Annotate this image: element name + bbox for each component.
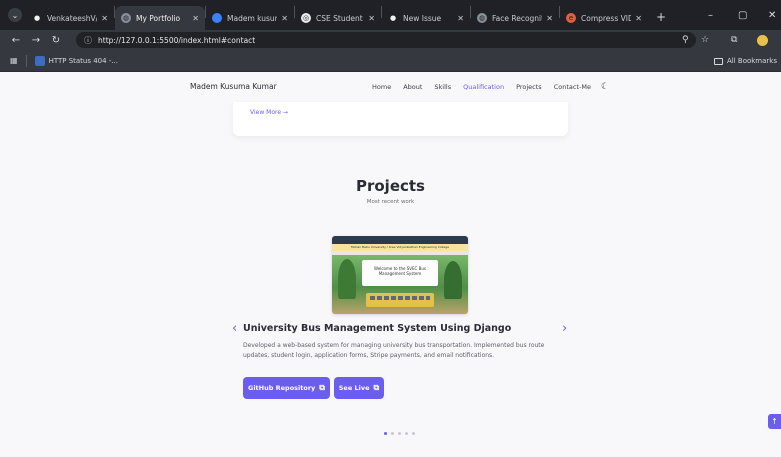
tab-close-icon[interactable]: ✕ <box>101 14 108 23</box>
github-repository-button[interactable]: GitHub Repository ⧉ <box>243 377 330 399</box>
project-title: University Bus Management System Using D… <box>243 323 512 334</box>
tab-close-icon[interactable]: ✕ <box>192 14 199 23</box>
bookmark-star-icon[interactable]: ☆ <box>701 30 709 50</box>
browser-tab[interactable]: ● New Issue ✕ <box>382 6 470 30</box>
tab-close-icon[interactable]: ✕ <box>546 14 553 23</box>
view-more-link[interactable]: View More → <box>250 109 288 116</box>
globe-icon: ◍ <box>477 13 487 23</box>
github-repository-label: GitHub Repository <box>247 384 316 392</box>
tab-label: CSE Student Profi <box>316 13 364 23</box>
folder-icon <box>713 57 723 65</box>
tab-close-icon[interactable]: ✕ <box>368 14 375 23</box>
github-icon: ● <box>389 14 397 22</box>
carousel-pagination <box>384 432 415 435</box>
tab-label: Madem kusuma k <box>227 13 277 23</box>
nav-skills[interactable]: Skills <box>434 83 451 91</box>
screenshot-bus <box>366 293 434 307</box>
tab-close-icon[interactable]: ✕ <box>281 14 288 23</box>
browser-tab[interactable]: e Compress VIDEO✕ <box>560 6 648 30</box>
tab-label: Compress VIDEO <box>581 13 632 23</box>
screenshot-welcome-panel: Welcome to the SVEC Bus Management Syste… <box>362 260 438 286</box>
all-bookmarks-label: All Bookmarks <box>726 57 777 65</box>
compress-icon: e <box>566 13 576 23</box>
browser-tab[interactable]: ◎ CSE Student Profi ✕ <box>295 6 381 30</box>
tab-label: VenkateeshV/Portf <box>47 13 98 23</box>
screenshot-tree <box>338 259 356 299</box>
apps-grid-icon[interactable]: ▦ <box>10 56 18 65</box>
forward-icon[interactable]: → <box>26 35 46 46</box>
pagination-dot[interactable] <box>391 432 394 435</box>
close-window-icon[interactable]: ✕ <box>768 0 776 30</box>
new-tab-icon[interactable]: + <box>656 10 666 24</box>
extensions-icon[interactable]: ⧉ <box>731 30 737 50</box>
all-bookmarks[interactable]: All Bookmarks <box>713 50 777 72</box>
browser-tab[interactable]: Madem kusuma k ✕ <box>206 6 294 30</box>
browser-tab[interactable]: ◍ My Portfolio ✕ <box>115 6 205 30</box>
bookmark-favicon-icon <box>34 55 45 66</box>
screenshot-banner: Mohan Babu University / Sree Vidyaniketh… <box>332 244 468 251</box>
address-bar[interactable]: ⓘ http://127.0.0.1:5500/index.html#conta… <box>76 32 696 48</box>
site-info-icon[interactable]: ⓘ <box>84 35 92 46</box>
address-url[interactable]: http://127.0.0.1:5500/index.html#contact <box>98 36 255 45</box>
site-icon <box>212 13 222 23</box>
see-live-label: See Live <box>338 384 370 392</box>
bookmarks-divider <box>25 54 27 67</box>
browser-toolbar: ← → ↻ ⓘ http://127.0.0.1:5500/index.html… <box>0 30 781 50</box>
maximize-icon[interactable]: ▢ <box>738 0 747 30</box>
bookmarks-bar: ▦ HTTP Status 404 -... All Bookmarks <box>0 50 781 72</box>
tab-search-icon[interactable]: ⌄ <box>8 8 22 22</box>
external-link-icon: ⧉ <box>319 383 326 392</box>
projects-subtitle: Most recent work <box>366 199 415 205</box>
tab-label: My Portfolio <box>136 13 181 23</box>
tab-close-icon[interactable]: ✕ <box>635 14 642 23</box>
tab-strip: ●VenkateeshV/Portf✕◍My Portfolio✕Madem k… <box>26 0 648 30</box>
nav-about[interactable]: About <box>403 83 422 91</box>
back-icon[interactable]: ← <box>6 35 26 46</box>
qualification-card: View More → <box>233 102 568 136</box>
minimize-icon[interactable]: – <box>708 0 713 30</box>
browser-tab-bar: ⌄ ●VenkateeshV/Portf✕◍My Portfolio✕Madem… <box>0 0 781 30</box>
prev-arrow-icon[interactable]: ‹ <box>232 321 237 336</box>
screenshot-panel-title: Welcome to the SVEC Bus Management Syste… <box>374 266 426 276</box>
screenshot-tree <box>444 261 462 299</box>
bookmark-http-status[interactable]: HTTP Status 404 -... <box>34 55 119 66</box>
github-icon: ● <box>33 14 41 22</box>
pagination-dot[interactable] <box>412 432 415 435</box>
nav-contact-me[interactable]: Contact-Me <box>554 83 591 91</box>
nav-projects[interactable]: Projects <box>516 83 542 91</box>
tab-close-icon[interactable]: ✕ <box>457 14 464 23</box>
portfolio-page: Madem Kusuma Kumar Home About Skills Qua… <box>0 72 781 457</box>
see-live-button[interactable]: See Live ⧉ <box>334 377 384 399</box>
theme-toggle-icon[interactable]: ☾ <box>601 82 609 92</box>
next-arrow-icon[interactable]: › <box>562 321 567 336</box>
site-header: Madem Kusuma Kumar Home About Skills Qua… <box>0 72 781 102</box>
pagination-dot[interactable] <box>398 432 401 435</box>
zoom-icon[interactable]: ⚲ <box>682 30 689 50</box>
project-screenshot: Mohan Babu University / Sree Vidyaniketh… <box>332 236 468 314</box>
external-link-icon: ⧉ <box>373 383 380 392</box>
browser-tab[interactable]: ◍ Face Recognition ✕ <box>471 6 559 30</box>
pagination-dot[interactable] <box>405 432 408 435</box>
project-description: Developed a web-based system for managin… <box>243 342 545 359</box>
tab-label: New Issue <box>403 13 442 23</box>
site-brand[interactable]: Madem Kusuma Kumar <box>190 82 277 91</box>
pagination-dot[interactable] <box>384 432 387 435</box>
tab-label: Face Recognition <box>492 13 542 23</box>
bookmark-label: HTTP Status 404 -... <box>48 56 119 65</box>
reload-icon[interactable]: ↻ <box>46 35 66 46</box>
screenshot-topbar <box>332 236 468 244</box>
screenshot-body: Welcome to the SVEC Bus Management Syste… <box>332 255 468 314</box>
scroll-up-icon[interactable]: ↑ <box>768 414 781 429</box>
chrome-icon: ◎ <box>301 13 311 23</box>
site-nav: Home About Skills Qualification Projects… <box>372 82 609 92</box>
nav-home[interactable]: Home <box>372 83 391 91</box>
globe-icon: ◍ <box>121 13 131 23</box>
nav-qualification[interactable]: Qualification <box>463 83 504 91</box>
projects-title: Projects <box>355 177 425 195</box>
profile-avatar[interactable] <box>757 30 768 50</box>
browser-tab[interactable]: ● VenkateeshV/Portf✕ <box>26 6 114 30</box>
